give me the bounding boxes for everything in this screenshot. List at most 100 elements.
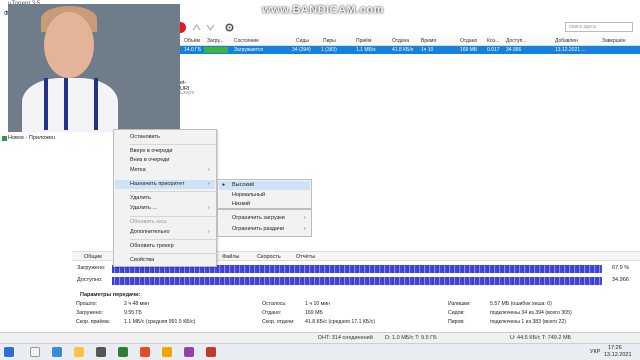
status-bar: DHT: 314 соединений D: 1.0 МБ/с T: 9.5 Г… [0,332,640,343]
col-size[interactable]: Объём [184,38,200,44]
col-ratio[interactable]: Коэ... [487,38,499,44]
table-row[interactable]: 14.0 ГБ Загружается 34 (394) 1 (383) 1.1… [170,46,640,54]
priority-low[interactable]: Низкий [232,201,250,207]
sidebar-item-new[interactable]: Новое - Приложен [8,135,55,141]
bullet-icon: ● [222,182,226,188]
peers-label: Пиров: [448,319,465,325]
seeds-value: подключены 34 из 394 (всего 305) [490,310,572,316]
chrome-icon[interactable] [162,347,172,357]
menu-item-queue-up[interactable]: Вверх в очереди [130,148,172,154]
store-icon[interactable] [96,347,106,357]
row-down: 1.1 МБ/s [356,47,376,53]
advanced-submenu: Ограничить загрузки › Ограничить раздачи… [217,209,312,237]
menu-item-properties[interactable]: Свойства [130,257,154,263]
gear-icon[interactable] [224,22,235,33]
priority-high[interactable]: Высокий [232,182,254,188]
sidebar-cut-item-1[interactable]: ьзере [180,90,195,96]
col-completed[interactable]: Завершён [602,38,626,44]
windows-start-icon[interactable] [4,347,14,357]
row-seeds: 34 (394) [292,47,311,53]
search-icon[interactable] [30,347,40,357]
clock-date[interactable]: 13.12.2021 [604,352,632,358]
folder-icon[interactable] [74,347,84,357]
col-up[interactable]: Отдача [392,38,409,44]
available-value: 34.966 [612,277,629,283]
remaining-value: 1 ч 10 мин [305,301,331,307]
row-peers: 1 (383) [321,47,337,53]
menu-item-remove-and[interactable]: Удалить ... [130,205,157,211]
row-size: 14.0 ГБ [184,47,202,53]
status-download: D: 1.0 МБ/с T: 9.5 ГБ [385,335,437,341]
col-added[interactable]: Добавлен [555,38,578,44]
tab-general[interactable]: Общие [84,254,102,260]
app-icon[interactable] [184,347,194,357]
chevron-right-icon: › [208,181,210,187]
seeds-label: Сидов: [448,310,465,316]
priority-submenu: ● Высокий Нормальный Низкий [217,179,312,209]
col-state[interactable]: Состояние [234,38,259,44]
tab-files[interactable]: Файлы [222,254,239,260]
menu-item-remove[interactable]: Удалить [130,195,151,201]
chevron-right-icon: › [304,215,306,221]
menu-item-advanced[interactable]: Дополнительно [130,229,170,235]
yandex-icon[interactable] [206,347,216,357]
row-added: 13.12.2021 ... [555,47,586,53]
waste-label: Излишки: [448,301,471,307]
clock-time[interactable]: 17:26 [608,345,622,351]
utorrent-icon[interactable] [118,347,128,357]
col-eta[interactable]: Время [421,38,436,44]
row-avail: 34.966 [506,47,522,53]
menu-item-queue-down[interactable]: Вниз в очереди [130,157,169,163]
chevron-right-icon: › [208,229,210,235]
move-up-icon[interactable] [191,22,202,33]
row-progress-bar [204,47,228,53]
menu-item-update-tracker[interactable]: Обновить трекер [130,243,174,249]
col-seeds[interactable]: Сиды [296,38,309,44]
uploaded-label: Отдано: [262,310,282,316]
row-eta: 1ч 10 [421,47,434,53]
dl-speed-label: Скор. приёма: [76,319,111,325]
elapsed-label: Прошло: [76,301,98,307]
tab-logs[interactable]: Отчёты [296,254,315,260]
feed-icon [2,136,7,141]
row-ratio: 0.017 [487,47,500,53]
opera-icon[interactable] [140,347,150,357]
limit-uploads[interactable]: Ограничить раздачи [232,226,284,232]
edge-icon[interactable] [52,347,62,357]
priority-normal[interactable]: Нормальный [232,192,265,198]
menu-item-stop[interactable]: Остановить [130,134,160,140]
tab-speed[interactable]: Скорость [257,254,281,260]
webcam-overlay [8,4,180,132]
watermark: www.BANDICAM.com [262,4,384,16]
language-indicator[interactable]: УКР [590,349,600,355]
ul-speed-value: 41.8 КБ/с (средняя 17.1 КБ/с) [305,319,376,325]
status-upload: U: 44.5 КБ/с T: 749.2 МБ [510,335,572,341]
col-avail[interactable]: Доступ... [506,38,526,44]
move-down-icon[interactable] [205,22,216,33]
col-done[interactable]: Загру... [207,38,224,44]
limit-downloads[interactable]: Ограничить загрузки [232,215,285,221]
peers-value: подключены 1 из 383 (всего 22) [490,319,567,325]
col-down[interactable]: Приём [356,38,371,44]
status-dht: DHT: 314 соединений [318,335,373,341]
col-peers[interactable]: Пиры [323,38,336,44]
downloaded-value: 67.9 % [612,265,630,271]
chevron-right-icon: › [304,226,306,232]
menu-item-recheck[interactable]: Обновить хеш [130,219,167,225]
col-uploaded[interactable]: Отдано [460,38,477,44]
available-bar [112,277,602,285]
params-title: Параметры передачи: [80,292,141,298]
waste-value: 5.57 МБ (ошибок хеша: 0) [490,301,552,307]
row-uploaded: 169 МБ [460,47,478,53]
menu-item-priority[interactable]: Назначить приоритет [130,181,184,187]
dl-speed-value: 1.1 МБ/с (средняя 991.5 КБ/с) [124,319,196,325]
search-input[interactable]: поиск здесь [565,22,633,32]
menu-item-label[interactable]: Метка [130,167,146,173]
available-label: Доступно: [77,277,103,283]
elapsed-value: 2 ч 48 мин [124,301,150,307]
downloaded-label: Загружено: [77,265,106,271]
uploaded-value: 169 МБ [305,310,323,316]
torrent-list-header: Объём Загру... Состояние Сиды Пиры Приём… [170,36,640,46]
chevron-right-icon: › [208,167,210,173]
row-state: Загружается [234,47,264,53]
